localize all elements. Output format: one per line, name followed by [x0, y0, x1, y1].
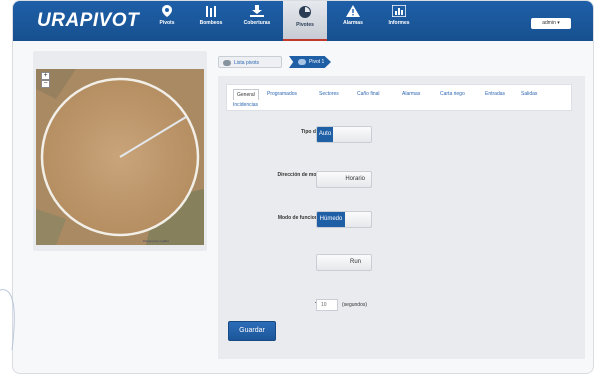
save-button[interactable]: Guardar: [228, 321, 276, 341]
nav-item-bombeos[interactable]: Bombeos: [189, 5, 233, 35]
toggle-active-value: Húmedo: [317, 212, 345, 227]
map-attribution[interactable]: Powered by Leaflet: [143, 239, 169, 243]
top-navbar: URAPIVOT Pivots Bombeos Coberturas Pivot…: [13, 1, 593, 41]
chart-icon: [392, 5, 406, 17]
zoom-in-button[interactable]: +: [41, 72, 50, 80]
nav-label: Alarmas: [343, 20, 363, 26]
wait-time-input[interactable]: 10: [316, 299, 338, 311]
nav-item-informes[interactable]: Informes: [377, 5, 421, 35]
state-toggle[interactable]: Run: [316, 254, 372, 271]
toggle-value: Run: [349, 259, 361, 265]
nav-item-pivotes[interactable]: Pivotes: [283, 1, 327, 41]
nav-label: Pivotes: [296, 22, 314, 28]
map-pin-icon: [162, 5, 172, 17]
decorative-curve: [0, 289, 15, 350]
warning-icon: [346, 5, 360, 17]
tab-entradas[interactable]: Entradas: [485, 91, 505, 97]
tab-carta-riego[interactable]: Carta riego: [440, 91, 465, 97]
nav-item-coberturas[interactable]: Coberturas: [235, 5, 279, 35]
download-icon: [250, 5, 264, 17]
breadcrumb-label: Lista pivots: [234, 60, 260, 66]
toggle-active-value: Auto: [317, 127, 333, 142]
satellite-map[interactable]: + −: [36, 69, 204, 245]
tab-programados[interactable]: Programados: [267, 91, 297, 97]
list-icon: [223, 60, 231, 66]
nav-item-alarmas[interactable]: Alarmas: [331, 5, 375, 35]
toggle-value: Horario: [345, 176, 365, 182]
nav-label: Coberturas: [243, 20, 271, 26]
nav-label: Pivots: [159, 20, 175, 26]
user-menu-button[interactable]: admin ▾: [531, 18, 571, 29]
pivot-icon: [298, 59, 306, 65]
map-toolbar: [41, 59, 201, 67]
breadcrumb-label: Pivot 1: [309, 59, 325, 65]
map-panel: + − Powered by Leaflet: [33, 51, 207, 251]
tab-incidencias[interactable]: Incidencias: [233, 102, 258, 108]
control-type-toggle[interactable]: Auto: [316, 126, 372, 143]
pivot-settings-panel: General Programados Sectores Caño final …: [218, 76, 585, 359]
nav-item-pivots[interactable]: Pivots: [145, 5, 189, 35]
tab-general[interactable]: General: [233, 89, 259, 100]
pivot-gauge-icon: [299, 6, 311, 18]
breadcrumb-pivot-list[interactable]: Lista pivots: [218, 56, 282, 68]
direction-toggle[interactable]: Horario: [316, 171, 372, 188]
zoom-out-button[interactable]: −: [41, 80, 50, 88]
nav-label: Bombeos: [199, 20, 223, 26]
tab-bar: General Programados Sectores Caño final …: [226, 84, 572, 111]
nav-label: Informes: [388, 20, 410, 26]
tab-sectores[interactable]: Sectores: [319, 91, 339, 97]
tab-alarmas[interactable]: Alarmas: [402, 91, 420, 97]
brand-logo[interactable]: URAPIVOT: [37, 10, 139, 32]
tab-salidas[interactable]: Salidas: [521, 91, 537, 97]
tab-cano-final[interactable]: Caño final: [357, 91, 380, 97]
map-field-image: [36, 69, 204, 245]
breadcrumb-current-pivot[interactable]: Pivot 1: [289, 56, 331, 68]
wait-time-unit: (segundos): [342, 302, 368, 308]
app-window: URAPIVOT Pivots Bombeos Coberturas Pivot…: [12, 0, 594, 374]
mode-toggle[interactable]: Húmedo: [316, 211, 372, 228]
pump-icon: [206, 6, 216, 17]
